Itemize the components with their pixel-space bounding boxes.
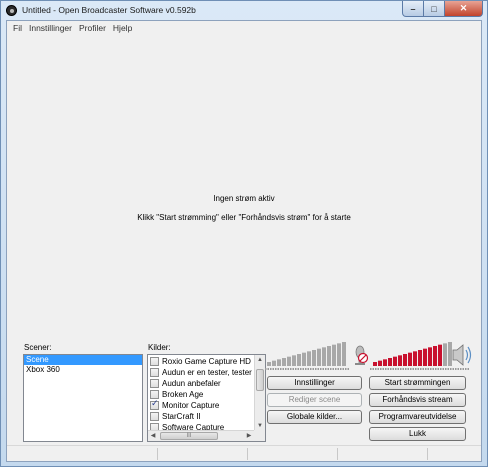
microphone-muted-icon[interactable] bbox=[355, 345, 369, 365]
scroll-right-arrow-icon[interactable]: ▶ bbox=[244, 431, 254, 441]
obs-window: Untitled - Open Broadcaster Software v0.… bbox=[0, 0, 488, 467]
meter-bar bbox=[292, 355, 296, 366]
source-checkbox[interactable] bbox=[150, 357, 159, 366]
menu-help[interactable]: Hjelp bbox=[110, 23, 135, 33]
meter-bar bbox=[393, 356, 397, 366]
client-area: Fil Innstillinger Profiler Hjelp Ingen s… bbox=[6, 20, 482, 462]
meter-bar bbox=[383, 359, 387, 366]
audio-meters bbox=[265, 342, 472, 370]
meter-bar bbox=[413, 351, 417, 366]
meter-bar bbox=[282, 358, 286, 366]
edit-scene-button[interactable]: Rediger scene bbox=[267, 393, 362, 407]
meter-bar bbox=[287, 356, 291, 366]
source-checkbox-checked[interactable] bbox=[150, 400, 159, 410]
title-bar[interactable]: Untitled - Open Broadcaster Software v0.… bbox=[1, 1, 487, 20]
meter-bar bbox=[342, 342, 346, 366]
meter-bar bbox=[398, 355, 402, 366]
meter-bar bbox=[378, 360, 382, 366]
preview-stream-button[interactable]: Forhåndsvis stream bbox=[369, 393, 466, 407]
status-bar bbox=[7, 445, 481, 461]
source-label: Roxio Game Capture HD bbox=[162, 357, 251, 366]
scroll-thumb[interactable]: III bbox=[160, 432, 218, 440]
status-pane bbox=[427, 448, 428, 460]
maximize-button[interactable]: □ bbox=[424, 1, 445, 17]
preview-area: Ingen strøm aktiv Klikk "Start strømming… bbox=[7, 35, 481, 353]
program-info-button[interactable]: Programvareutvidelse bbox=[369, 410, 466, 424]
mic-level-meter bbox=[267, 342, 346, 366]
meter-bar bbox=[267, 362, 271, 366]
meter-bar bbox=[423, 348, 427, 366]
exit-button[interactable]: Lukk bbox=[369, 427, 466, 441]
meter-bar bbox=[418, 350, 422, 366]
source-item[interactable]: Roxio Game Capture HD bbox=[150, 356, 254, 367]
scene-item[interactable]: Xbox 360 bbox=[24, 365, 142, 375]
status-pane bbox=[157, 448, 158, 460]
caption-buttons: – □ ✕ bbox=[402, 1, 483, 18]
source-item[interactable]: Audun er en tester, tester de bbox=[150, 367, 254, 378]
meter-bar bbox=[272, 360, 276, 366]
sources-horizontal-scrollbar[interactable]: ◀ III ▶ bbox=[148, 430, 254, 441]
meter-bar bbox=[307, 351, 311, 366]
speaker-icon[interactable] bbox=[452, 344, 472, 366]
source-item[interactable]: Audun anbefaler bbox=[150, 378, 254, 389]
global-sources-button[interactable]: Globale kilder... bbox=[267, 410, 362, 424]
sources-list[interactable]: Roxio Game Capture HD Audun er en tester… bbox=[147, 354, 266, 442]
meter-bar bbox=[433, 346, 437, 366]
meter-bar bbox=[312, 350, 316, 366]
source-label: StarCraft II bbox=[162, 412, 201, 421]
meter-bar bbox=[317, 348, 321, 366]
scroll-up-arrow-icon[interactable]: ▲ bbox=[255, 355, 265, 365]
source-label: Monitor Capture bbox=[162, 401, 220, 410]
scroll-left-arrow-icon[interactable]: ◀ bbox=[148, 431, 158, 441]
meter-bar bbox=[332, 344, 336, 366]
meter-bar bbox=[302, 352, 306, 366]
scrollbar-corner bbox=[254, 430, 265, 441]
status-pane bbox=[247, 448, 248, 460]
meter-bar bbox=[443, 343, 447, 366]
meter-bar bbox=[403, 354, 407, 366]
source-item[interactable]: Monitor Capture bbox=[150, 400, 254, 411]
source-checkbox[interactable] bbox=[150, 368, 159, 377]
obs-logo-icon bbox=[6, 5, 17, 16]
desktop-level-meter bbox=[373, 342, 452, 366]
menu-settings[interactable]: Innstillinger bbox=[26, 23, 75, 33]
menu-file[interactable]: Fil bbox=[10, 23, 25, 33]
meter-bar bbox=[327, 346, 331, 366]
meter-bar bbox=[297, 354, 301, 366]
stream-status-text: Ingen strøm aktiv bbox=[213, 194, 275, 203]
meter-bar bbox=[337, 343, 341, 366]
start-streaming-button[interactable]: Start strømmingen bbox=[369, 376, 466, 390]
status-pane bbox=[337, 448, 338, 460]
sources-label: Kilder: bbox=[148, 343, 171, 352]
meter-bar bbox=[373, 362, 377, 366]
meter-bar bbox=[322, 347, 326, 366]
meter-bar bbox=[388, 358, 392, 366]
scene-item[interactable]: Scene bbox=[24, 355, 142, 365]
scenes-label: Scener: bbox=[24, 343, 52, 352]
window-title: Untitled - Open Broadcaster Software v0.… bbox=[22, 5, 196, 15]
meter-bar bbox=[408, 352, 412, 366]
close-button[interactable]: ✕ bbox=[445, 1, 483, 17]
source-item[interactable]: Broken Age bbox=[150, 389, 254, 400]
meter-bar bbox=[428, 347, 432, 366]
settings-button[interactable]: Innstillinger bbox=[267, 376, 362, 390]
stream-hint-text: Klikk "Start strømming" eller "Forhåndsv… bbox=[137, 213, 351, 222]
source-checkbox[interactable] bbox=[150, 379, 159, 388]
source-checkbox[interactable] bbox=[150, 412, 159, 421]
source-label: Broken Age bbox=[162, 390, 204, 399]
meter-bar bbox=[448, 342, 452, 366]
sources-vertical-scrollbar[interactable]: ▲ ▼ bbox=[254, 355, 265, 431]
menu-profiles[interactable]: Profiler bbox=[76, 23, 109, 33]
source-label: Audun anbefaler bbox=[162, 379, 221, 388]
scenes-list[interactable]: Scene Xbox 360 bbox=[23, 354, 143, 442]
meter-bar bbox=[438, 344, 442, 366]
source-label: Audun er en tester, tester de bbox=[162, 368, 254, 377]
meter-bar bbox=[277, 359, 281, 366]
source-item[interactable]: StarCraft II bbox=[150, 411, 254, 422]
source-checkbox[interactable] bbox=[150, 390, 159, 399]
minimize-button[interactable]: – bbox=[402, 1, 424, 17]
scroll-thumb[interactable] bbox=[256, 369, 264, 391]
menu-bar: Fil Innstillinger Profiler Hjelp bbox=[7, 21, 481, 35]
